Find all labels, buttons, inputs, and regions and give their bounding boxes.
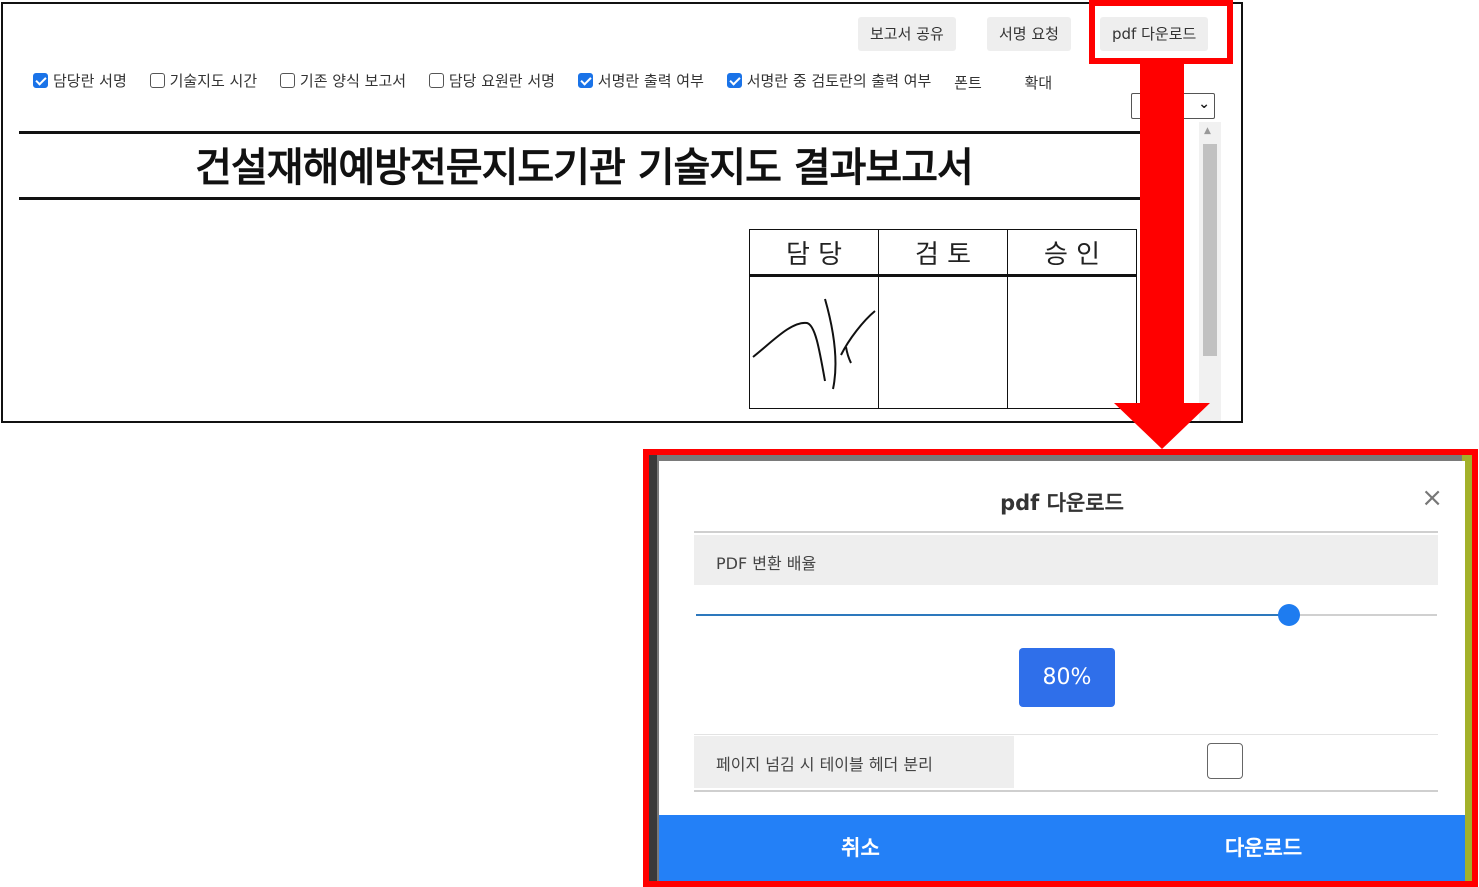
option-sign-manager[interactable]: 담당란 서명	[33, 70, 127, 91]
scale-slider-thumb[interactable]	[1277, 604, 1300, 626]
backdrop-strip	[649, 455, 657, 881]
scale-label-row: PDF 변환 배율	[694, 535, 1438, 585]
document-title: 건설재해예방전문지도기관 기술지도 결과보고서	[195, 145, 974, 191]
sign-cell-review[interactable]	[878, 275, 1008, 409]
report-options: 담당란 서명 기술지도 시간 기존 양식 보고서 담당 요원란 서명 서명란 출…	[33, 70, 1070, 94]
sign-header-manager: 담 당	[749, 229, 879, 277]
option-label: 서명란 중 검토란의 출력 여부	[746, 72, 932, 90]
arrow-shaft	[1140, 64, 1184, 404]
close-icon[interactable]: ×	[1421, 483, 1443, 513]
option-label: 담당란 서명	[53, 72, 127, 90]
divider	[694, 734, 1438, 735]
checkbox[interactable]	[577, 73, 593, 88]
report-editor-panel: 보고서 공유 서명 요청 pdf 다운로드 담당란 서명 기술지도 시간 기존 …	[1, 2, 1243, 423]
split-header-label-row: 페이지 넘김 시 테이블 헤더 분리	[694, 736, 1014, 788]
sign-header-approve: 승 인	[1007, 229, 1137, 277]
pdf-download-dialog-screenshot: pdf 다운로드 × PDF 변환 배율 80% 페이지 넘김 시 테이블 헤더…	[643, 449, 1478, 887]
option-label: 기술지도 시간	[169, 72, 258, 90]
checkbox[interactable]	[726, 73, 742, 88]
font-label: 폰트	[954, 74, 982, 92]
scroll-up-arrow-icon[interactable]: ▲	[1204, 126, 1211, 136]
scrollbar-thumb[interactable]	[1203, 144, 1217, 356]
option-label: 서명란 출력 여부	[597, 72, 704, 90]
handwritten-signature	[752, 298, 876, 390]
checkbox[interactable]	[279, 73, 295, 88]
option-label: 기존 양식 보고서	[299, 72, 407, 90]
scale-slider-fill	[696, 614, 1289, 616]
chevron-down-icon: ⌄	[1198, 96, 1210, 112]
option-print-sign-area[interactable]: 서명란 출력 여부	[577, 70, 704, 91]
option-tech-guidance-time[interactable]: 기술지도 시간	[149, 70, 258, 91]
download-button[interactable]: 다운로드	[1062, 815, 1465, 881]
pdf-download-modal: pdf 다운로드 × PDF 변환 배율 80% 페이지 넘김 시 테이블 헤더…	[659, 461, 1465, 881]
highlight-box	[1089, 0, 1233, 64]
title-top-rule	[19, 131, 1143, 134]
option-print-review-area[interactable]: 서명란 중 검토란의 출력 여부	[726, 70, 932, 91]
sign-cell-approve[interactable]	[1007, 275, 1137, 409]
modal-title: pdf 다운로드	[1000, 491, 1124, 515]
share-report-button[interactable]: 보고서 공유	[858, 17, 956, 51]
title-bottom-rule	[19, 197, 1143, 200]
arrow-down-icon	[1114, 403, 1210, 449]
split-header-label: 페이지 넘김 시 테이블 헤더 분리	[716, 755, 933, 774]
checkbox[interactable]	[149, 73, 165, 88]
split-header-checkbox[interactable]	[1207, 743, 1243, 779]
modal-footer: 취소 다운로드	[659, 815, 1465, 881]
scale-value-badge: 80%	[1019, 648, 1115, 707]
divider	[694, 531, 1438, 533]
divider	[694, 790, 1438, 792]
option-label: 담당 요원란 서명	[448, 72, 555, 90]
option-legacy-report[interactable]: 기존 양식 보고서	[279, 70, 407, 91]
sign-header-review: 검 토	[878, 229, 1008, 277]
approval-sign-table: 담 당 검 토 승 인	[749, 229, 1137, 409]
scale-label: PDF 변환 배율	[716, 554, 817, 573]
zoom-label: 확대	[1024, 74, 1053, 92]
checkbox[interactable]	[428, 73, 444, 88]
checkbox[interactable]	[33, 73, 48, 88]
sign-cell-manager[interactable]	[749, 275, 879, 409]
cancel-button[interactable]: 취소	[659, 815, 1062, 881]
option-sign-agent[interactable]: 담당 요원란 서명	[428, 70, 555, 91]
sign-request-button[interactable]: 서명 요청	[987, 17, 1071, 51]
